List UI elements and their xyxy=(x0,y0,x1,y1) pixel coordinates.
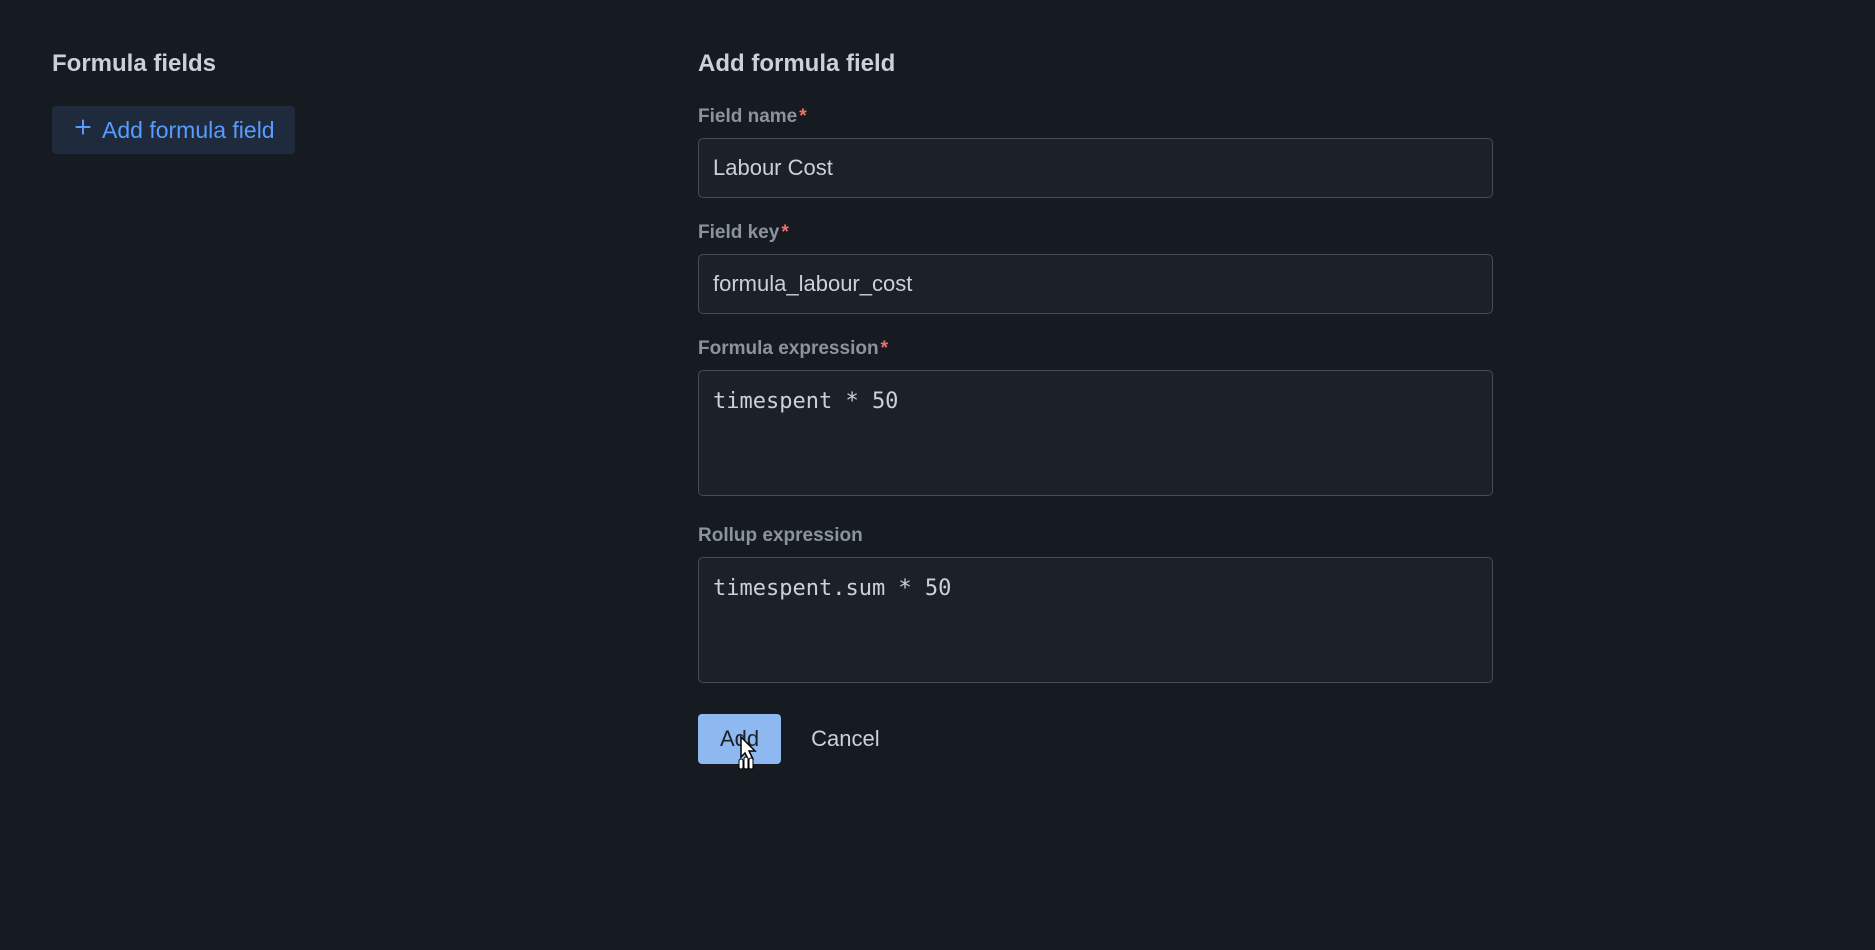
field-name-label: Field name* xyxy=(698,106,1493,128)
rollup-expression-input[interactable] xyxy=(698,557,1493,683)
formula-expression-input[interactable] xyxy=(698,370,1493,496)
required-asterisk: * xyxy=(781,222,788,243)
add-formula-field-button[interactable]: Add formula field xyxy=(52,106,295,154)
add-formula-field-label: Add formula field xyxy=(102,117,275,144)
add-button[interactable]: Add xyxy=(698,714,781,764)
formula-expression-label: Formula expression* xyxy=(698,338,1493,360)
formula-fields-title: Formula fields xyxy=(52,50,698,78)
required-asterisk: * xyxy=(799,106,806,127)
required-asterisk: * xyxy=(881,338,888,359)
field-name-input[interactable] xyxy=(698,138,1493,198)
plus-icon xyxy=(72,116,94,144)
field-key-input[interactable] xyxy=(698,254,1493,314)
field-key-label: Field key* xyxy=(698,222,1493,244)
form-title: Add formula field xyxy=(698,50,1493,78)
rollup-expression-label: Rollup expression xyxy=(698,525,1493,547)
cancel-button[interactable]: Cancel xyxy=(803,714,887,764)
